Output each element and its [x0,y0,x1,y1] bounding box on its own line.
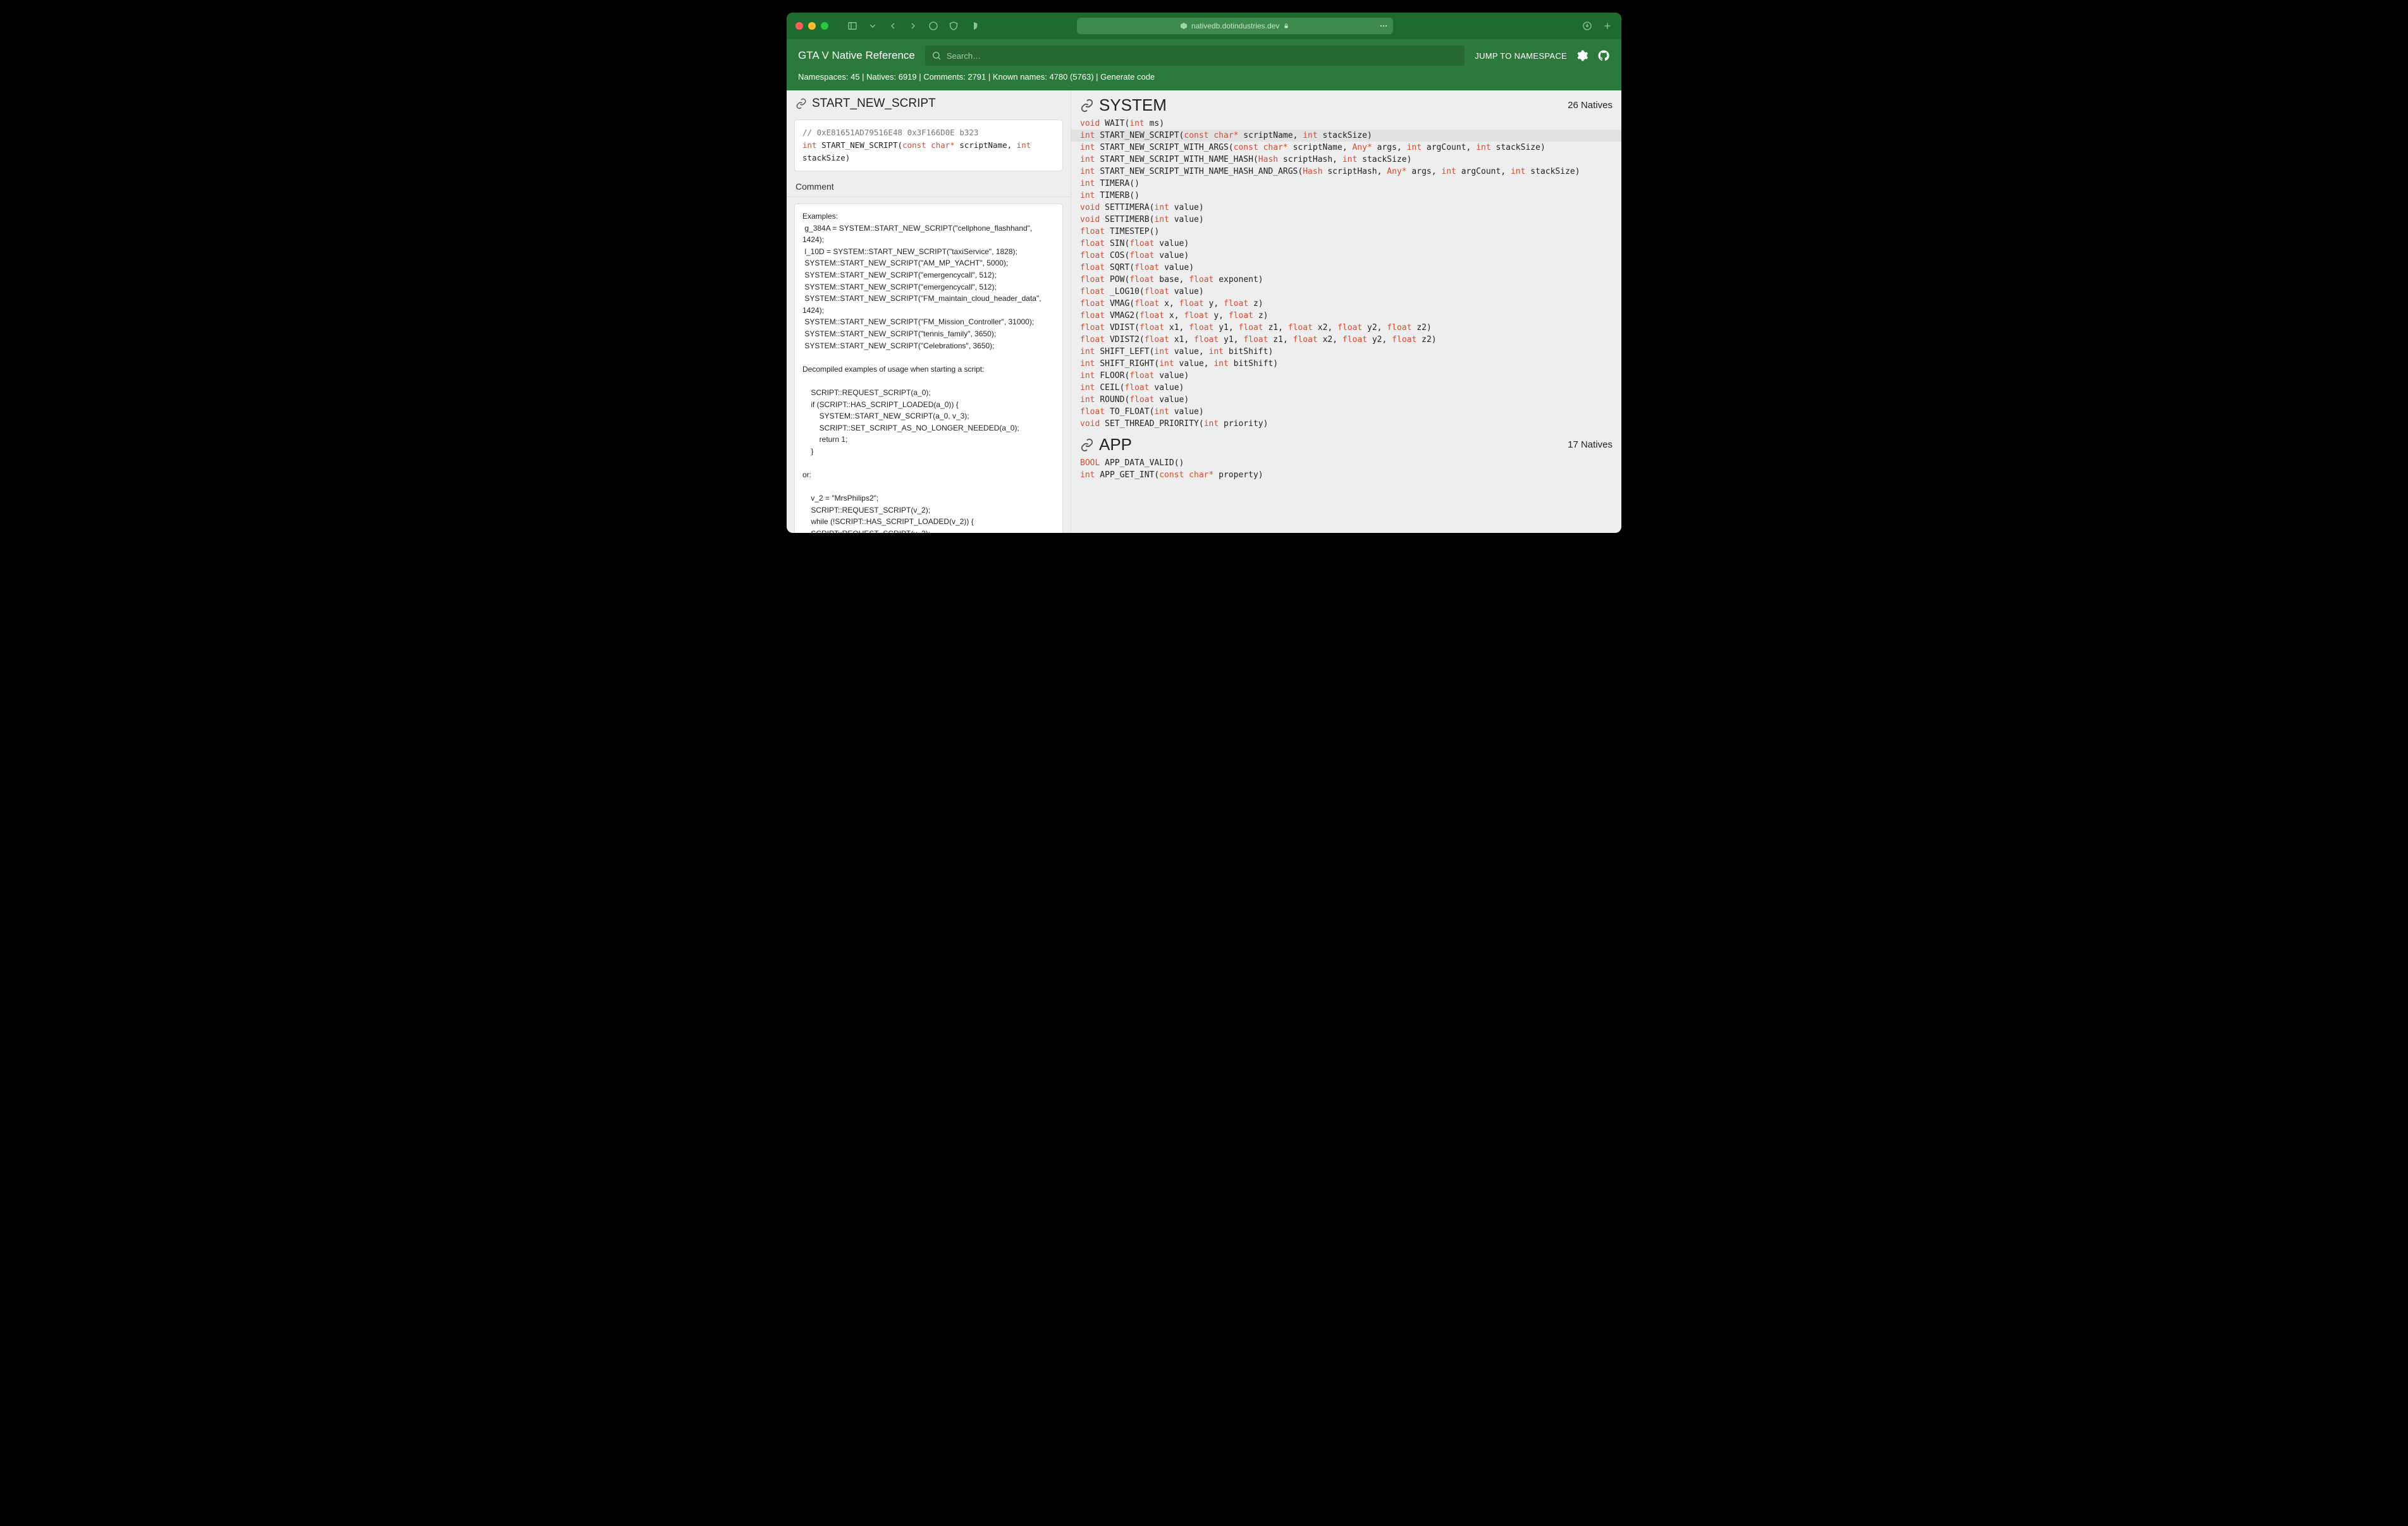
native-line[interactable]: float VMAG(float x, float y, float z) [1071,298,1621,310]
native-line[interactable]: float COS(float value) [1071,250,1621,262]
shield-icon[interactable] [949,21,959,31]
native-line[interactable]: float POW(float base, float exponent) [1071,274,1621,286]
lock-icon [1283,23,1289,29]
native-line[interactable]: int START_NEW_SCRIPT_WITH_NAME_HASH_AND_… [1071,166,1621,178]
main-content: START_NEW_SCRIPT // 0xE81651AD79516E48 0… [787,90,1621,533]
minimize-icon[interactable] [808,22,816,30]
comment-body: Examples: g_384A = SYSTEM::START_NEW_SCR… [802,212,1043,533]
browser-titlebar: nativedb.dotindustries.dev [787,13,1621,39]
native-line[interactable]: float SQRT(float value) [1071,262,1621,274]
native-line[interactable]: int ROUND(float value) [1071,394,1621,406]
native-line[interactable]: float VMAG2(float x, float y, float z) [1071,310,1621,322]
signature-box: // 0xE81651AD79516E48 0x3F166D0E b323 in… [794,119,1063,171]
shield-half-icon[interactable] [969,21,979,31]
native-line[interactable]: float TO_FLOAT(int value) [1071,406,1621,418]
browser-window: nativedb.dotindustries.dev GTA V Native … [787,13,1621,533]
native-line[interactable]: void SETTIMERA(int value) [1071,202,1621,214]
native-line[interactable]: int SHIFT_RIGHT(int value, int bitShift) [1071,358,1621,370]
native-line[interactable]: int TIMERA() [1071,178,1621,190]
close-icon[interactable] [796,22,803,30]
link-icon[interactable] [796,98,807,109]
link-icon[interactable] [1080,99,1094,113]
search-box[interactable] [925,46,1465,66]
native-line[interactable]: int START_NEW_SCRIPT_WITH_NAME_HASH(Hash… [1071,154,1621,166]
extension-icon[interactable] [928,21,938,31]
native-line[interactable]: int CEIL(float value) [1071,382,1621,394]
native-line[interactable]: void SETTIMERB(int value) [1071,214,1621,226]
jump-to-namespace[interactable]: JUMP TO NAMESPACE [1475,51,1567,61]
downloads-icon[interactable] [1582,21,1592,31]
site-menu-icon[interactable] [1379,21,1388,30]
site-icon [1180,22,1188,30]
native-line[interactable]: void SET_THREAD_PRIORITY(int priority) [1071,418,1621,430]
forward-icon[interactable] [908,21,918,31]
native-line[interactable]: float _LOG10(float value) [1071,286,1621,298]
stats-bar[interactable]: Namespaces: 45 | Natives: 6919 | Comment… [787,72,1621,90]
new-tab-icon[interactable] [1602,21,1612,31]
gear-icon[interactable] [1576,49,1588,62]
native-line[interactable]: int START_NEW_SCRIPT_WITH_ARGS(const cha… [1071,142,1621,154]
namespace-header[interactable]: SYSTEM 26 Natives [1071,90,1621,118]
header-right: JUMP TO NAMESPACE [1475,49,1610,62]
namespace-count: 26 Natives [1568,100,1612,111]
native-line[interactable]: int FLOOR(float value) [1071,370,1621,382]
app-header: GTA V Native Reference JUMP TO NAMESPACE [787,39,1621,72]
native-line[interactable]: int SHIFT_LEFT(int value, int bitShift) [1071,346,1621,358]
detail-header: START_NEW_SCRIPT [787,90,1071,117]
namespace-title: SYSTEM [1099,95,1167,115]
comment-label: Comment [787,178,1071,197]
namespace-count: 17 Natives [1568,439,1612,450]
detail-panel: START_NEW_SCRIPT // 0xE81651AD79516E48 0… [787,90,1071,533]
toolbar-left-icons [847,21,979,31]
native-line[interactable]: BOOL APP_DATA_VALID() [1071,457,1621,469]
search-input[interactable] [947,51,1458,61]
namespace-title: APP [1099,435,1132,455]
hash-line: // 0xE81651AD79516E48 0x3F166D0E b323 [802,126,1055,139]
toolbar-right-icons [1582,21,1612,31]
native-line[interactable]: float TIMESTEP() [1071,226,1621,238]
namespace-panel: SYSTEM26 Nativesvoid WAIT(int ms)int STA… [1071,90,1621,533]
sidebar-icon[interactable] [847,21,857,31]
native-line[interactable]: int TIMERB() [1071,190,1621,202]
native-line[interactable]: float SIN(float value) [1071,238,1621,250]
back-icon[interactable] [888,21,898,31]
app-title[interactable]: GTA V Native Reference [798,49,915,62]
comment-box: Examples: g_384A = SYSTEM::START_NEW_SCR… [794,204,1063,533]
native-line[interactable]: float VDIST(float x1, float y1, float z1… [1071,322,1621,334]
signature-line: int START_NEW_SCRIPT(const char* scriptN… [802,139,1055,164]
github-icon[interactable] [1597,49,1610,62]
native-line[interactable]: void WAIT(int ms) [1071,118,1621,130]
maximize-icon[interactable] [821,22,828,30]
chevron-down-icon[interactable] [868,21,878,31]
traffic-lights [796,22,828,30]
native-line[interactable]: int START_NEW_SCRIPT(const char* scriptN… [1071,130,1621,142]
link-icon[interactable] [1080,438,1094,452]
native-line[interactable]: float VDIST2(float x1, float y1, float z… [1071,334,1621,346]
search-icon [931,51,942,61]
url-text: nativedb.dotindustries.dev [1191,21,1279,30]
detail-title: START_NEW_SCRIPT [812,97,936,111]
namespace-header[interactable]: APP 17 Natives [1071,430,1621,457]
url-bar[interactable]: nativedb.dotindustries.dev [1077,18,1393,34]
native-line[interactable]: int APP_GET_INT(const char* property) [1071,469,1621,481]
